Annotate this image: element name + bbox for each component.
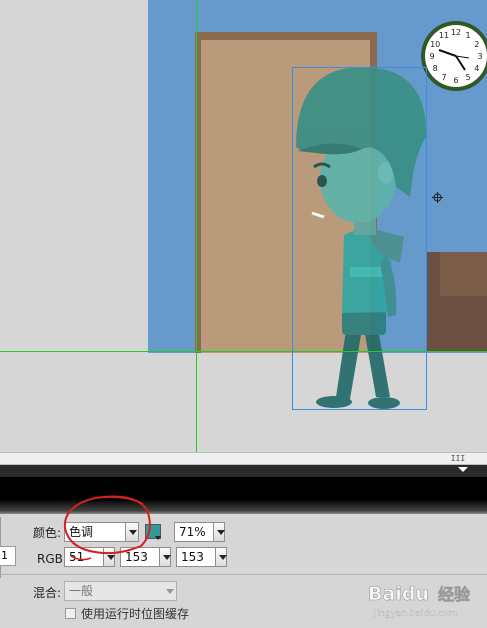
clock-numeral: 11 (439, 31, 449, 40)
clock-numeral: 12 (451, 28, 461, 37)
baidu-watermark: Baidu 经验 jingyan.baidu.com (368, 583, 471, 619)
clock-numeral: 2 (474, 40, 479, 49)
red-annotation-circle (63, 495, 151, 561)
rgb-green-dropdown-icon[interactable] (159, 547, 171, 567)
blend-mode-label: 混合: (33, 586, 62, 600)
horizontal-scrollbar[interactable] (0, 452, 487, 465)
tint-percent-dropdown-icon[interactable] (213, 522, 225, 542)
rgb-blue-dropdown-icon[interactable] (215, 547, 227, 567)
clock-numeral: 9 (429, 52, 434, 61)
cache-bitmap-checkbox[interactable] (65, 608, 76, 619)
selection-bounding-box[interactable] (292, 67, 427, 410)
clock-numeral: 7 (441, 73, 446, 82)
tint-percent-field[interactable]: 71% (174, 522, 214, 542)
scrollbar-grip[interactable]: III (448, 454, 468, 463)
clock-numeral: 1 (465, 31, 470, 40)
clock-numeral: 6 (453, 76, 458, 85)
watermark-url: jingyan.baidu.com (373, 609, 457, 619)
vertical-guide-line[interactable] (196, 0, 197, 452)
timeline-menu-arrow-icon[interactable] (458, 467, 468, 472)
clock-numeral: 4 (474, 64, 479, 73)
blend-dropdown-icon[interactable] (166, 589, 174, 594)
cabinet-top (440, 252, 487, 296)
blend-mode-select[interactable]: 一般 (64, 581, 177, 601)
left-numeric-field[interactable]: 1 (0, 546, 16, 566)
clock-numeral: 10 (430, 40, 440, 49)
clock-numeral: 3 (477, 52, 482, 61)
clock-numeral: 8 (433, 64, 438, 73)
transform-point-icon[interactable] (432, 192, 443, 203)
cache-bitmap-label: 使用运行时位图缓存 (81, 607, 190, 621)
clock-numeral: 5 (465, 73, 470, 82)
timeline-strip (0, 465, 487, 477)
watermark-brand: Baidu (368, 583, 429, 605)
watermark-suffix: 经验 (438, 585, 471, 604)
panel-separator (0, 574, 487, 575)
rgb-blue-field[interactable]: 153 (176, 547, 216, 567)
wall-clock: 12 12 3 45678 9 1011 (421, 21, 487, 91)
stage-canvas[interactable]: 12 1 2 3 4 5 6 7 8 9 10 11 (0, 0, 487, 452)
